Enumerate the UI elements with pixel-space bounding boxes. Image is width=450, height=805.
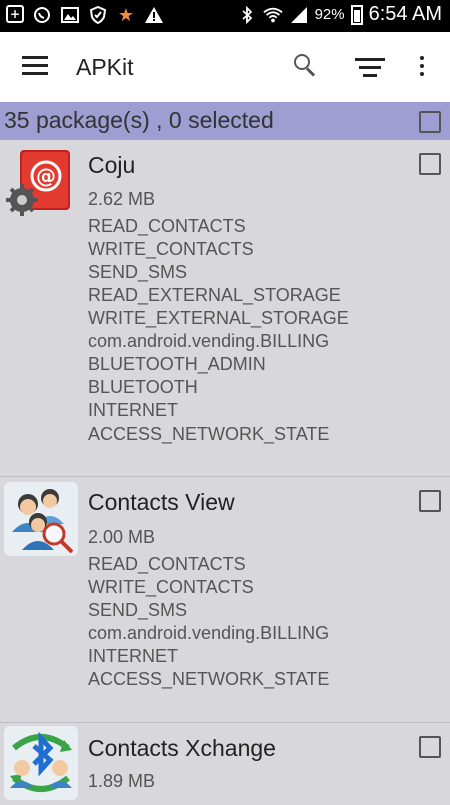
svg-text:@: @ [36, 164, 56, 188]
signal-icon [289, 5, 309, 25]
select-all-checkbox[interactable] [419, 111, 441, 133]
permission-item: WRITE_CONTACTS [88, 577, 254, 597]
selection-summary-text: 35 package(s) , 0 selected [4, 107, 274, 133]
list-item[interactable]: Contacts Xchange 1.89 MB [0, 723, 450, 800]
permission-item: WRITE_CONTACTS [88, 239, 254, 259]
filter-icon[interactable] [355, 58, 385, 78]
status-bar: + ★ 92% 6:54 AM [0, 0, 450, 32]
list-item[interactable]: @ Coju 2.62 MB READ_CONTACTS WRITE_CONTA… [0, 140, 450, 476]
notification-icons: + ★ [6, 4, 164, 26]
gallery-icon [60, 5, 80, 25]
permission-item: BLUETOOTH_ADMIN [88, 354, 266, 374]
selection-summary-bar: 35 package(s) , 0 selected [0, 102, 450, 140]
permission-item: com.android.vending.BILLING [88, 623, 330, 643]
star-icon: ★ [117, 4, 135, 26]
warning-icon [144, 5, 164, 25]
hamburger-menu-icon[interactable] [22, 56, 48, 76]
permission-item: BLUETOOTH [88, 377, 198, 397]
package-name: Contacts View [88, 489, 235, 515]
permission-item: SEND_SMS [88, 262, 188, 282]
permission-item: WRITE_EXTERNAL_STORAGE [88, 308, 349, 328]
package-name: Contacts Xchange [88, 735, 276, 761]
permission-item: SEND_SMS [88, 600, 188, 620]
clock: 6:54 AM [368, 3, 442, 25]
shield-icon [88, 5, 108, 25]
package-checkbox[interactable] [419, 736, 441, 758]
overflow-menu-icon[interactable] [418, 56, 426, 78]
package-size: 1.89 MB [88, 771, 156, 791]
battery-percent: 92% [314, 6, 345, 23]
permission-item: READ_CONTACTS [88, 216, 246, 236]
package-icon-coju: @ [4, 148, 78, 222]
package-size: 2.62 MB [88, 189, 156, 209]
permission-item: ACCESS_NETWORK_STATE [88, 669, 330, 689]
permission-item: ACCESS_NETWORK_STATE [88, 424, 330, 444]
permission-item: READ_CONTACTS [88, 554, 246, 574]
list-item[interactable]: Contacts View 2.00 MB READ_CONTACTS WRIT… [0, 477, 450, 722]
search-icon[interactable] [292, 52, 318, 78]
package-name: Coju [88, 152, 136, 178]
package-checkbox[interactable] [419, 490, 441, 512]
permission-item: INTERNET [88, 646, 178, 666]
package-icon-contacts-view [4, 482, 78, 556]
battery-icon [350, 4, 363, 25]
wifi-icon [262, 5, 283, 25]
app-title: APKit [76, 54, 134, 80]
package-icon-contacts-xchange [4, 726, 78, 800]
permission-item: INTERNET [88, 400, 178, 420]
package-size: 2.00 MB [88, 527, 156, 547]
whatsapp-icon [32, 5, 52, 25]
permission-item: READ_EXTERNAL_STORAGE [88, 285, 341, 305]
permission-item: com.android.vending.BILLING [88, 331, 330, 351]
add-notification-icon: + [6, 5, 24, 23]
app-toolbar: APKit [0, 32, 450, 102]
bluetooth-icon [237, 5, 257, 25]
system-status: 92% 6:54 AM [237, 3, 442, 26]
package-checkbox[interactable] [419, 153, 441, 175]
